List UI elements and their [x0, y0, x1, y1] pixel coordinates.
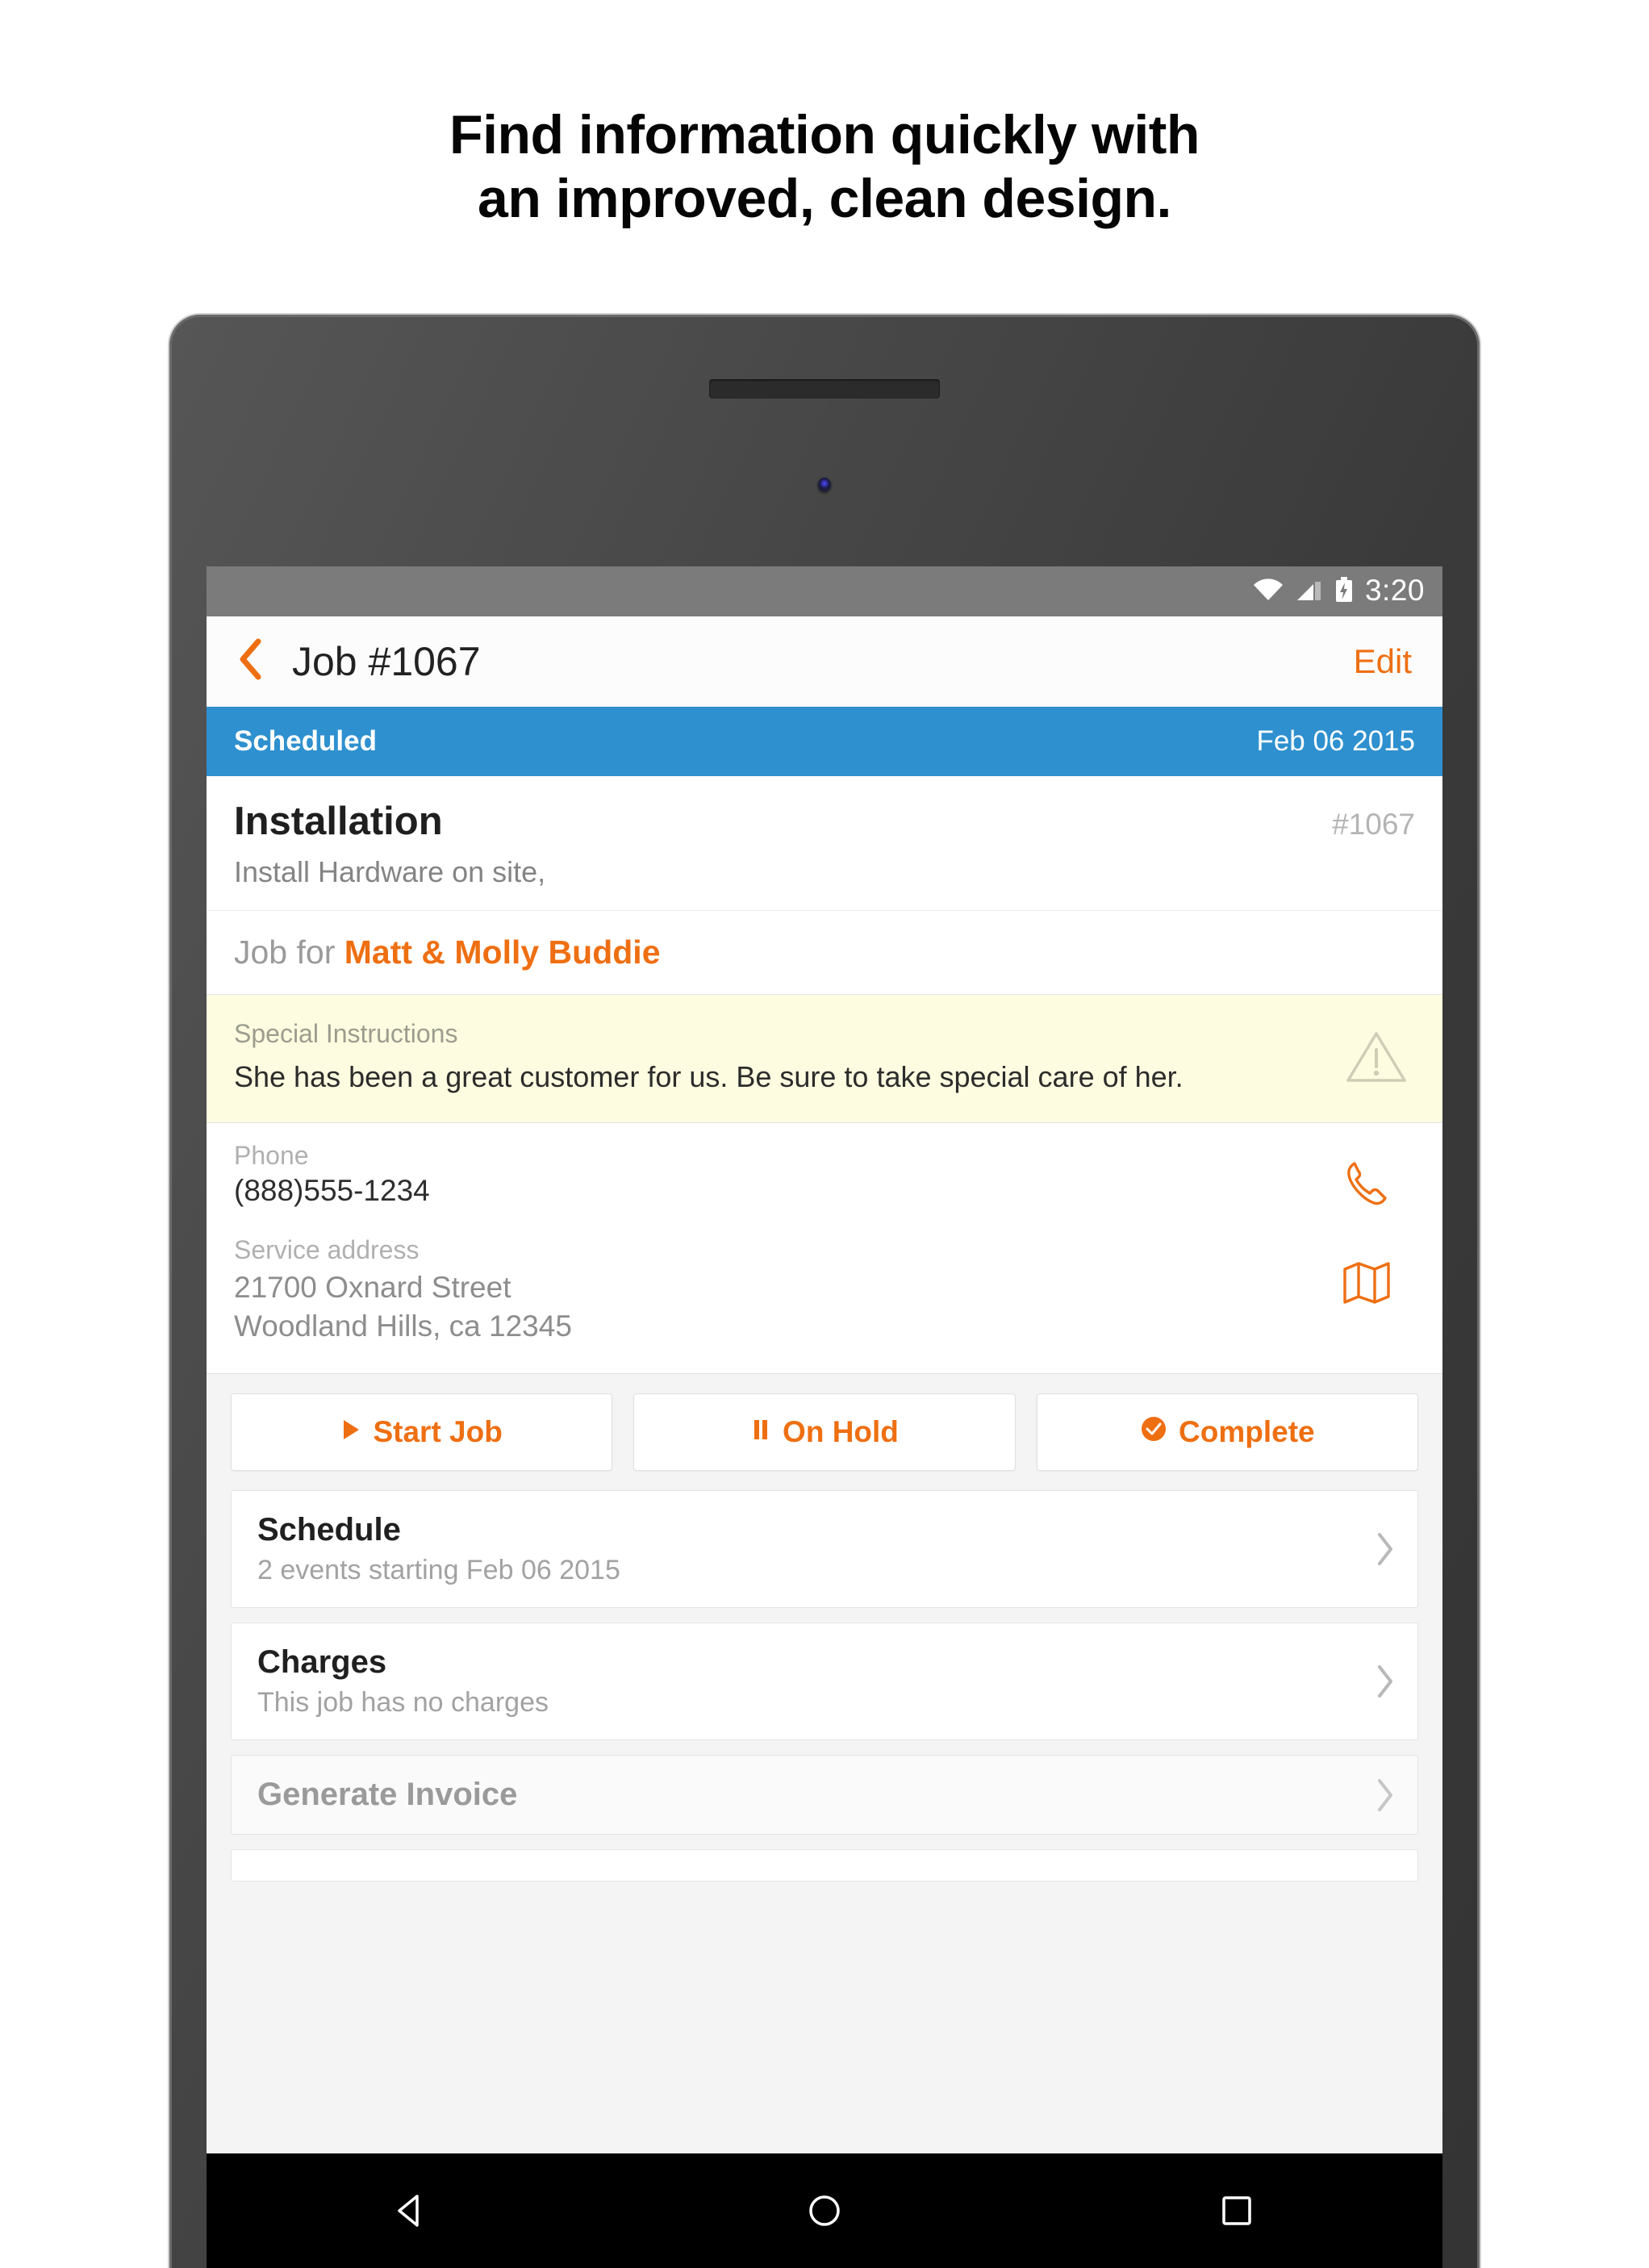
job-for-row[interactable]: Job for Matt & Molly Buddie — [207, 910, 1442, 994]
play-icon — [340, 1415, 361, 1449]
warning-triangle-icon — [1338, 1029, 1415, 1085]
job-description: Install Hardware on site, — [234, 855, 546, 888]
map-icon[interactable] — [1342, 1259, 1392, 1310]
service-address-field: Service address 21700 Oxnard Street Wood… — [234, 1235, 1318, 1346]
special-instructions-text: She has been a great customer for us. Be… — [234, 1060, 1184, 1093]
headline-line-1: Find information quickly with — [449, 104, 1200, 165]
tablet-device-frame: 3:20 Job #1067 Edit Scheduled Feb 06 201… — [169, 315, 1480, 2268]
promo-headline: Find information quickly with an improve… — [0, 0, 1649, 231]
back-button[interactable] — [226, 637, 274, 685]
device-screen: 3:20 Job #1067 Edit Scheduled Feb 06 201… — [207, 566, 1442, 2268]
battery-charging-icon — [1334, 576, 1354, 608]
chevron-left-icon — [237, 637, 263, 685]
schedule-row[interactable]: Schedule 2 events starting Feb 06 2015 — [231, 1490, 1418, 1609]
generate-invoice-label: Generate Invoice — [257, 1777, 518, 1813]
complete-label: Complete — [1179, 1415, 1315, 1449]
on-hold-button[interactable]: On Hold — [633, 1393, 1016, 1472]
phone-field: Phone (888)555-1234 — [234, 1141, 1318, 1208]
chevron-right-icon — [1355, 1531, 1395, 1567]
customer-name[interactable]: Matt & Molly Buddie — [344, 934, 661, 971]
job-status-banner: Scheduled Feb 06 2015 — [207, 707, 1442, 776]
job-title: Installation — [234, 800, 443, 843]
chevron-right-icon — [1355, 1664, 1395, 1699]
wifi-icon — [1252, 578, 1284, 606]
schedule-row-subtitle: 2 events starting Feb 06 2015 — [257, 1555, 620, 1586]
android-navigation-bar — [207, 2153, 1442, 2268]
generate-invoice-row[interactable]: Generate Invoice — [231, 1755, 1418, 1836]
phone-value[interactable]: (888)555-1234 — [234, 1174, 1318, 1208]
page-title: Job #1067 — [292, 638, 481, 684]
job-detail-content: Installation #1067 Install Hardware on s… — [207, 776, 1442, 2165]
nav-home-circle-icon[interactable] — [776, 2190, 873, 2232]
complete-button[interactable]: Complete — [1036, 1393, 1418, 1472]
job-header-section: Installation #1067 Install Hardware on s… — [207, 776, 1442, 910]
job-action-buttons: Start Job On Hold Complete — [207, 1374, 1442, 1488]
job-number: #1067 — [1332, 808, 1415, 841]
address-line-2: Woodland Hills, ca 12345 — [234, 1309, 572, 1343]
android-status-bar: 3:20 — [207, 566, 1442, 616]
edit-button[interactable]: Edit — [1354, 642, 1412, 681]
schedule-row-title: Schedule — [257, 1512, 401, 1548]
nav-recents-square-icon[interactable] — [1188, 2190, 1285, 2232]
status-bar-clock: 3:20 — [1364, 574, 1425, 607]
on-hold-label: On Hold — [783, 1415, 899, 1449]
check-circle-icon — [1140, 1415, 1167, 1450]
nav-back-triangle-icon[interactable] — [364, 2190, 461, 2232]
next-row-partial[interactable] — [231, 1849, 1418, 1882]
pause-icon — [750, 1415, 771, 1449]
special-instructions-panel: Special Instructions She has been a grea… — [207, 994, 1442, 1123]
charges-row-title: Charges — [257, 1644, 387, 1681]
app-bar: Job #1067 Edit — [207, 616, 1442, 707]
contact-section: Phone (888)555-1234 Service address 2170… — [207, 1123, 1442, 1374]
headline-line-2: an improved, clean design. — [478, 167, 1171, 229]
service-address-label: Service address — [234, 1235, 420, 1264]
cellular-signal-icon — [1296, 578, 1323, 606]
status-badge: Scheduled — [234, 725, 377, 757]
special-instructions-label: Special Instructions — [234, 1019, 458, 1048]
start-job-label: Start Job — [373, 1415, 503, 1449]
job-for-prefix: Job for — [234, 934, 344, 971]
charges-row[interactable]: Charges This job has no charges — [231, 1623, 1418, 1741]
device-front-camera — [818, 478, 831, 492]
phone-label: Phone — [234, 1141, 309, 1170]
device-speaker-grille — [709, 379, 940, 399]
detail-row-list: Schedule 2 events starting Feb 06 2015 C… — [207, 1487, 1442, 1882]
charges-row-subtitle: This job has no charges — [257, 1687, 549, 1719]
phone-handset-icon[interactable] — [1342, 1159, 1392, 1213]
start-job-button[interactable]: Start Job — [231, 1393, 613, 1472]
address-line-1: 21700 Oxnard Street — [234, 1271, 511, 1304]
chevron-right-icon — [1355, 1777, 1395, 1813]
banner-date: Feb 06 2015 — [1256, 725, 1415, 757]
